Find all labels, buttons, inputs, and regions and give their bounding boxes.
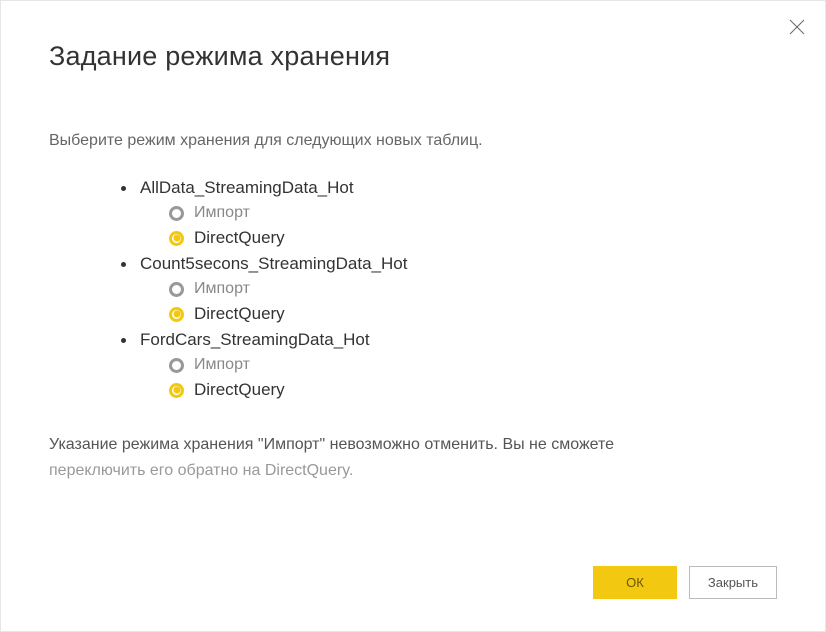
- option-label: DirectQuery: [194, 380, 285, 400]
- radio-unselected-icon: [169, 358, 184, 373]
- radio-selected-icon: [169, 231, 184, 246]
- option-label: Импорт: [194, 280, 250, 298]
- radio-selected-icon: [169, 383, 184, 398]
- dialog-subtitle: Выберите режим хранения для следующих но…: [49, 132, 777, 150]
- radio-unselected-icon: [169, 206, 184, 221]
- table-name: Count5secons_StreamingData_Hot: [140, 254, 407, 274]
- option-directquery[interactable]: DirectQuery: [169, 304, 777, 324]
- bullet-icon: [121, 338, 126, 343]
- option-directquery[interactable]: DirectQuery: [169, 228, 777, 248]
- warning-text: Указание режима хранения "Импорт" невозм…: [49, 432, 777, 483]
- warning-line1: Указание режима хранения "Импорт" невозм…: [49, 432, 777, 458]
- table-item: AllData_StreamingData_Hot Импорт DirectQ…: [121, 178, 777, 248]
- table-item: Count5secons_StreamingData_Hot Импорт Di…: [121, 254, 777, 324]
- bullet-icon: [121, 262, 126, 267]
- option-label: DirectQuery: [194, 228, 285, 248]
- close-icon[interactable]: [787, 17, 807, 37]
- option-label: DirectQuery: [194, 304, 285, 324]
- table-header-row: Count5secons_StreamingData_Hot: [121, 254, 777, 274]
- table-list: AllData_StreamingData_Hot Импорт DirectQ…: [121, 178, 777, 400]
- option-directquery[interactable]: DirectQuery: [169, 380, 777, 400]
- table-name: FordCars_StreamingData_Hot: [140, 330, 370, 350]
- option-label: Импорт: [194, 204, 250, 222]
- option-import[interactable]: Импорт: [169, 280, 777, 298]
- table-header-row: FordCars_StreamingData_Hot: [121, 330, 777, 350]
- bullet-icon: [121, 186, 126, 191]
- radio-unselected-icon: [169, 282, 184, 297]
- close-button[interactable]: Закрыть: [689, 566, 777, 599]
- button-bar: ОК Закрыть: [593, 566, 777, 599]
- option-import[interactable]: Импорт: [169, 356, 777, 374]
- table-name: AllData_StreamingData_Hot: [140, 178, 354, 198]
- table-header-row: AllData_StreamingData_Hot: [121, 178, 777, 198]
- option-import[interactable]: Импорт: [169, 204, 777, 222]
- radio-selected-icon: [169, 307, 184, 322]
- storage-mode-dialog: Задание режима хранения Выберите режим х…: [0, 0, 826, 632]
- option-label: Импорт: [194, 356, 250, 374]
- ok-button[interactable]: ОК: [593, 566, 677, 599]
- dialog-title: Задание режима хранения: [49, 41, 777, 72]
- warning-line2: переключить его обратно на DirectQuery.: [49, 458, 777, 484]
- table-item: FordCars_StreamingData_Hot Импорт Direct…: [121, 330, 777, 400]
